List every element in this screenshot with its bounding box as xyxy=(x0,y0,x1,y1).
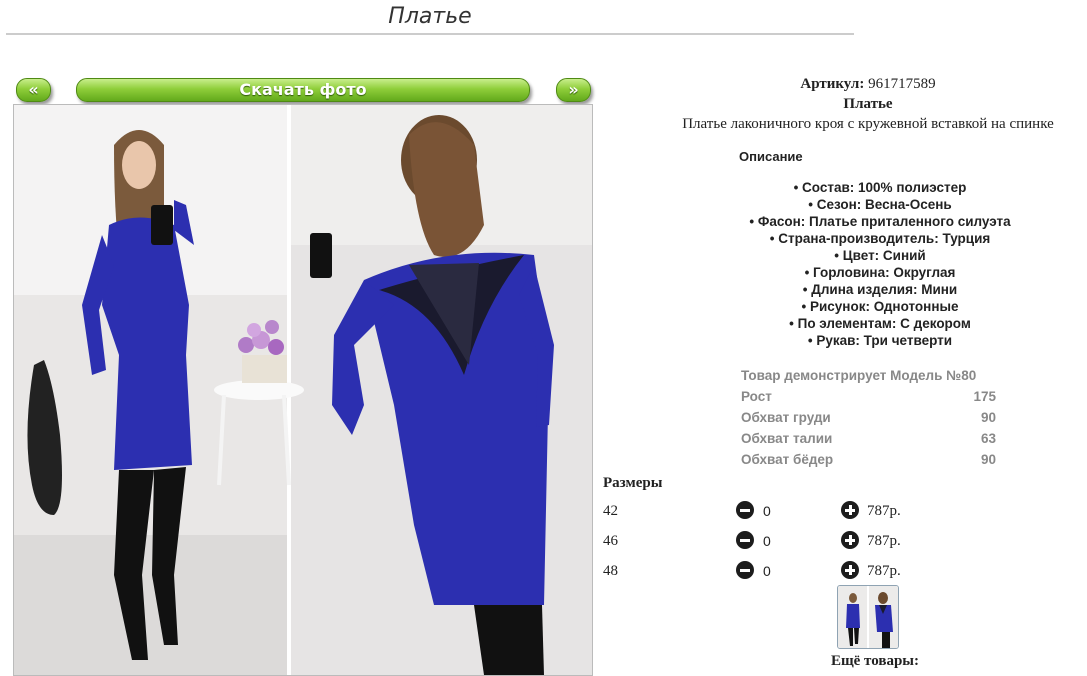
model-row-value: 175 xyxy=(973,389,996,404)
feature-item: Сезон: Весна-Осень xyxy=(600,196,1087,213)
plus-icon[interactable] xyxy=(841,561,859,579)
size-row-42: 42 0 787р. xyxy=(603,501,923,523)
size-price: 787р. xyxy=(867,533,901,549)
model-row-label: Товар демонстрирует Модель №80 xyxy=(741,368,977,383)
plus-icon[interactable] xyxy=(841,531,859,549)
minus-icon[interactable] xyxy=(736,531,754,549)
model-row: Обхват груди 90 xyxy=(741,407,996,428)
feature-item: Горловина: Округлая xyxy=(600,264,1087,281)
next-photo-button[interactable]: » xyxy=(556,78,591,102)
size-price: 787р. xyxy=(867,563,901,579)
feature-item: Рисунок: Однотонные xyxy=(600,298,1087,315)
model-row-label: Обхват бёдер xyxy=(741,452,834,467)
size-label: 46 xyxy=(603,533,618,549)
size-row-48: 48 0 787р. xyxy=(603,561,923,583)
quantity-value: 0 xyxy=(763,503,771,519)
feature-item: Цвет: Синий xyxy=(600,247,1087,264)
minus-icon[interactable] xyxy=(736,561,754,579)
page-title: Платье xyxy=(388,4,472,29)
feature-item: Страна-производитель: Турция xyxy=(600,230,1087,247)
plus-icon[interactable] xyxy=(841,501,859,519)
product-thumbnail[interactable] xyxy=(837,585,899,649)
feature-item: Длина изделия: Мини xyxy=(600,281,1087,298)
feature-list: Состав: 100% полиэстер Сезон: Весна-Осен… xyxy=(600,179,1087,349)
download-photo-button[interactable]: Скачать фото xyxy=(76,78,530,102)
minus-icon[interactable] xyxy=(736,501,754,519)
feature-item: Рукав: Три четверти xyxy=(600,332,1087,349)
model-row-label: Обхват талии xyxy=(741,431,833,446)
feature-item: Фасон: Платье приталенного силуэта xyxy=(600,213,1087,230)
title-divider xyxy=(6,33,854,35)
size-label: 48 xyxy=(603,563,618,579)
feature-item: По элементам: С декором xyxy=(600,315,1087,332)
model-row-label: Рост xyxy=(741,389,772,404)
more-products-link[interactable]: Ещё товары: xyxy=(600,653,1087,670)
product-photo xyxy=(13,104,593,676)
article-value: 961717589 xyxy=(868,76,936,92)
model-row-value: 90 xyxy=(980,452,996,467)
model-row: Товар демонстрирует Модель №80 xyxy=(741,365,996,386)
model-measurements: Товар демонстрирует Модель №80 Рост 175 О… xyxy=(741,365,996,470)
size-row-46: 46 0 787р. xyxy=(603,531,923,553)
size-price: 787р. xyxy=(867,503,901,519)
quantity-value: 0 xyxy=(763,563,771,579)
model-row-value: 90 xyxy=(980,410,996,425)
model-row: Обхват бёдер 90 xyxy=(741,449,996,470)
feature-item: Состав: 100% полиэстер xyxy=(600,179,1087,196)
description-heading: Описание xyxy=(739,149,803,164)
article-number: Артикул: 961717589 xyxy=(600,76,1087,93)
product-name: Платье xyxy=(843,96,893,112)
quantity-value: 0 xyxy=(763,533,771,549)
size-label: 42 xyxy=(603,503,618,519)
model-row: Обхват талии 63 xyxy=(741,428,996,449)
model-row: Рост 175 xyxy=(741,386,996,407)
model-row-label: Обхват груди xyxy=(741,410,831,425)
article-label: Артикул: xyxy=(800,76,865,92)
product-short-description: Платье лаконичного кроя с кружевной вста… xyxy=(682,116,1054,132)
prev-photo-button[interactable]: « xyxy=(16,78,51,102)
sizes-heading: Размеры xyxy=(603,475,663,491)
model-row-value: 63 xyxy=(980,431,996,446)
